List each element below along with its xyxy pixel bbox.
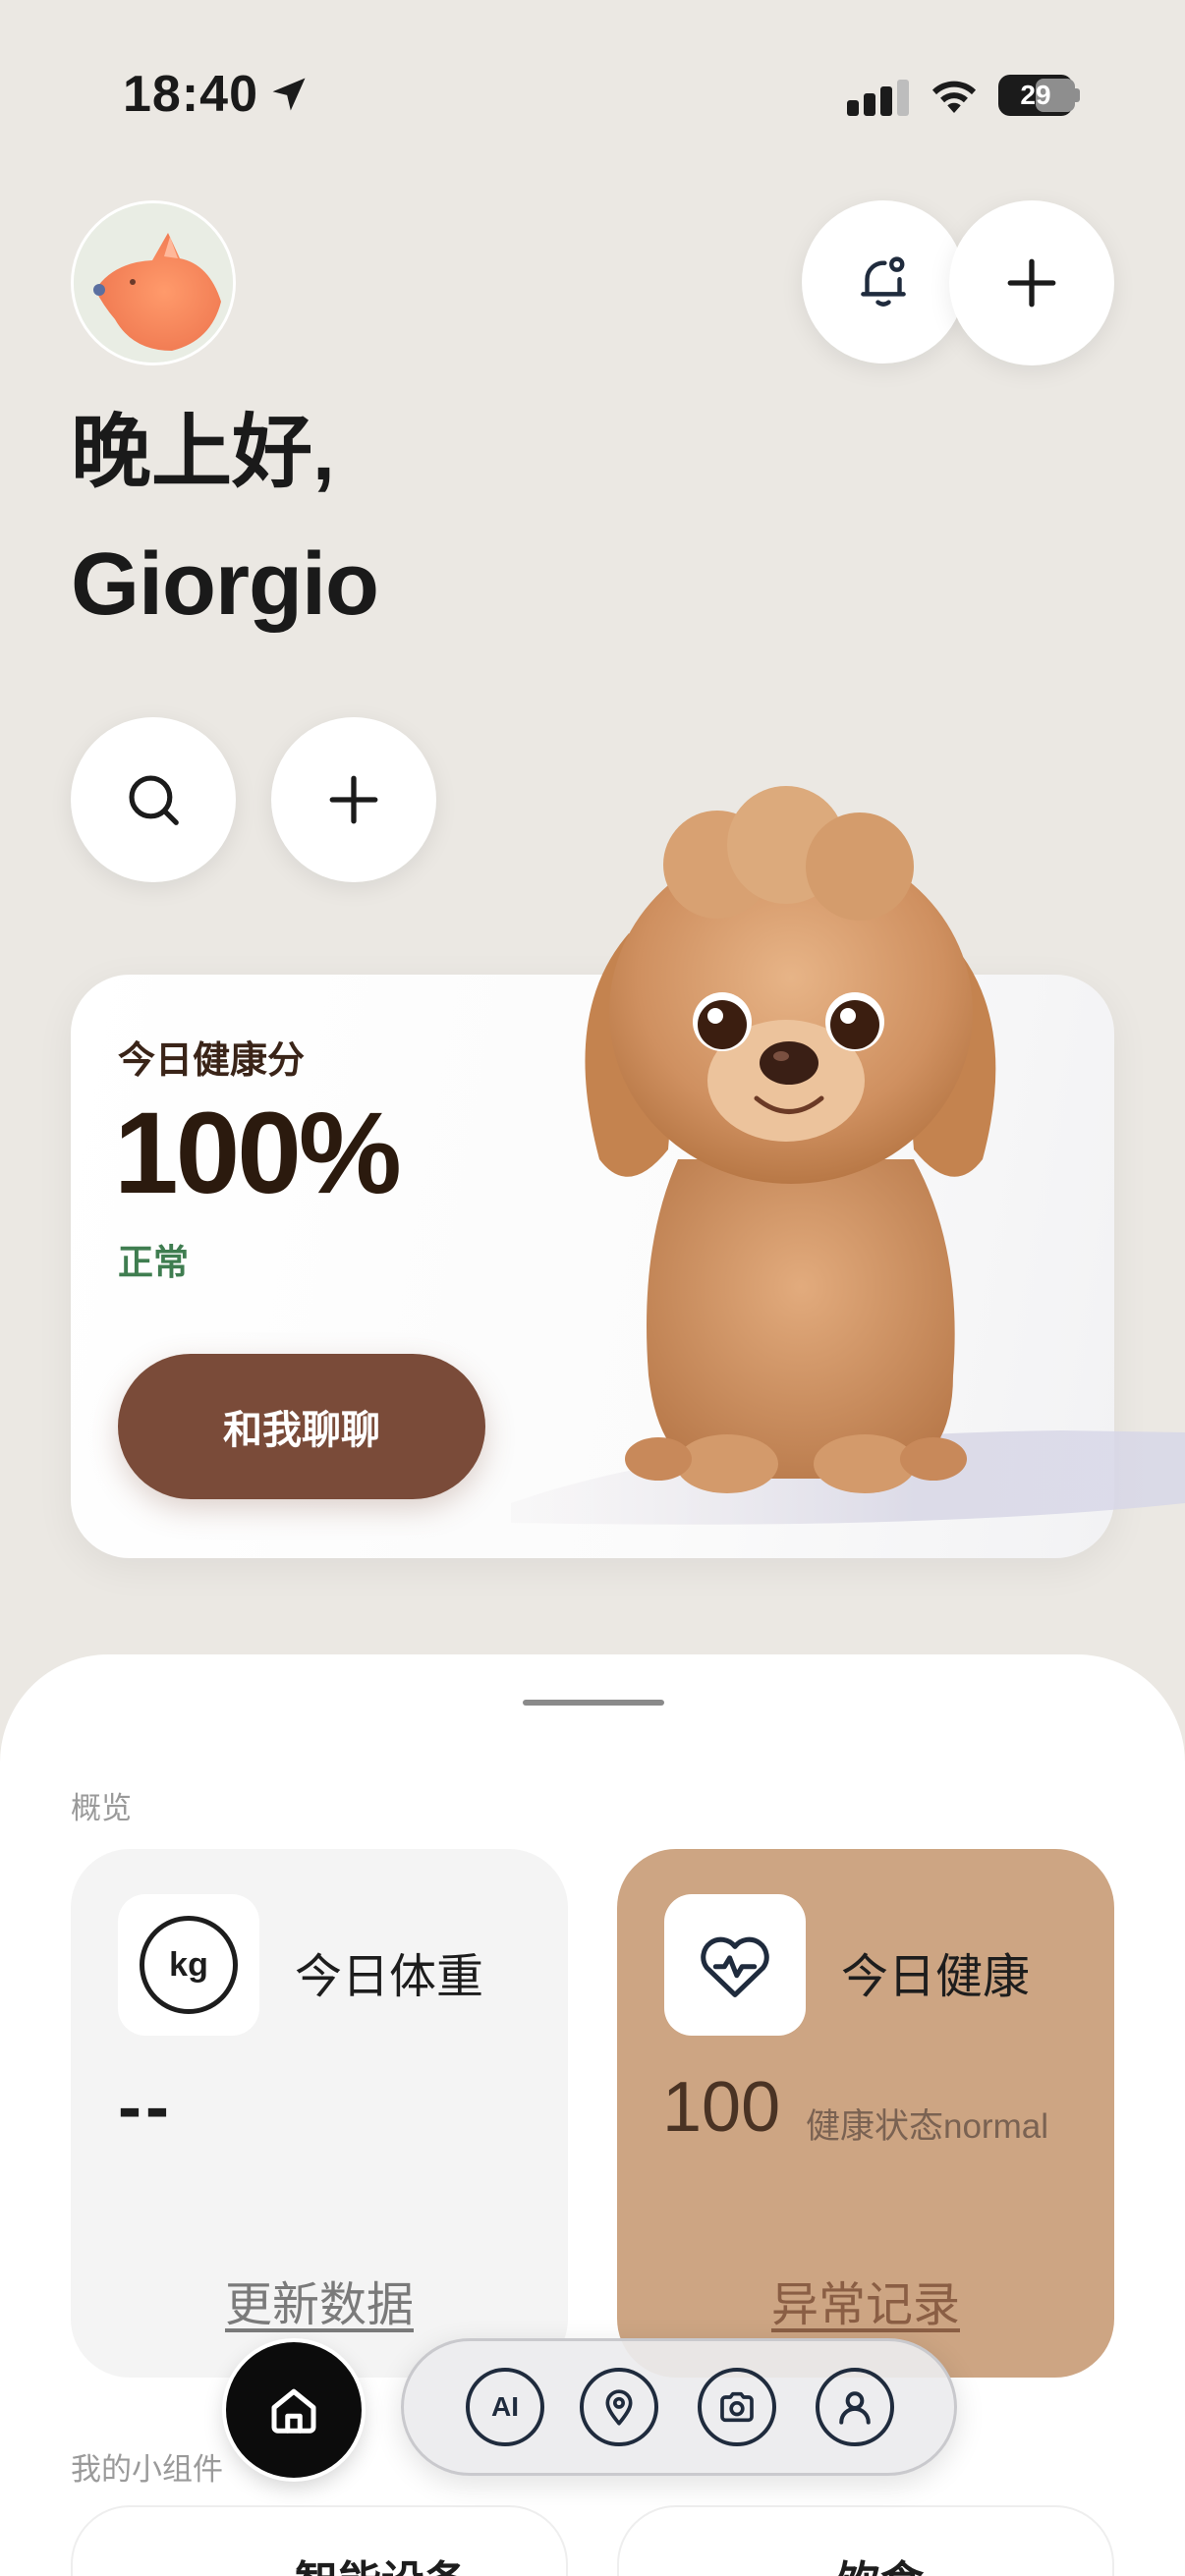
status-time: 18:40 xyxy=(123,66,258,123)
fox-avatar-image xyxy=(74,203,233,363)
profile-icon xyxy=(839,2391,871,2425)
home-icon xyxy=(271,2388,316,2434)
greeting-text: 晚上好, xyxy=(71,408,335,497)
health-score-label: 今日健康分 xyxy=(118,1040,306,1082)
kg-icon: kg xyxy=(140,1916,238,2014)
weight-icon-box: kg xyxy=(118,1894,259,2036)
search-icon xyxy=(129,775,179,825)
location-arrow-icon xyxy=(272,78,306,111)
location-icon xyxy=(605,2389,633,2426)
tab-home[interactable] xyxy=(226,2342,362,2478)
overview-section-label: 概览 xyxy=(71,1791,132,1825)
widget-title-diet: 饮食 xyxy=(837,2547,924,2576)
username-text: Giorgio xyxy=(71,535,379,634)
plus-icon xyxy=(1007,258,1056,308)
heart-icon-box xyxy=(664,1894,806,2036)
tab-ai[interactable]: AI xyxy=(466,2368,544,2446)
tab-camera[interactable] xyxy=(698,2368,776,2446)
cellular-signal-icon xyxy=(847,80,909,116)
add-button[interactable] xyxy=(271,717,436,882)
plus-icon xyxy=(329,775,378,824)
camera-icon xyxy=(720,2391,754,2423)
abnormal-records-link[interactable]: 异常记录 xyxy=(617,2266,1114,2334)
add-button-top[interactable] xyxy=(949,200,1114,365)
tab-profile[interactable] xyxy=(816,2368,894,2446)
avatar[interactable] xyxy=(71,200,236,365)
health-status: 正常 xyxy=(118,1242,190,1282)
heart-rate-icon xyxy=(701,1936,769,1997)
notifications-button[interactable] xyxy=(802,200,965,364)
health-description: 健康状态normal xyxy=(806,2107,1048,2146)
widget-title-smart-devices: 智能设备 xyxy=(295,2547,468,2576)
dog-illustration xyxy=(585,786,996,1493)
health-score-value: 100% xyxy=(114,1089,402,1218)
battery-level: 29 xyxy=(1020,80,1051,110)
tab-location[interactable] xyxy=(580,2368,658,2446)
weight-title: 今日体重 xyxy=(295,1951,484,2003)
search-button[interactable] xyxy=(71,717,236,882)
update-data-link[interactable]: 更新数据 xyxy=(71,2266,568,2334)
health-value: 100 xyxy=(662,2068,781,2147)
chat-button[interactable]: 和我聊聊 xyxy=(118,1354,485,1499)
health-title: 今日健康 xyxy=(841,1951,1031,2003)
weight-value: -- xyxy=(118,2068,173,2147)
bell-icon xyxy=(861,256,906,307)
sheet-grabber[interactable] xyxy=(523,1700,664,1706)
wifi-icon xyxy=(931,81,977,113)
battery-indicator: 29 xyxy=(998,75,1080,116)
widgets-section-label: 我的小组件 xyxy=(71,2452,223,2487)
